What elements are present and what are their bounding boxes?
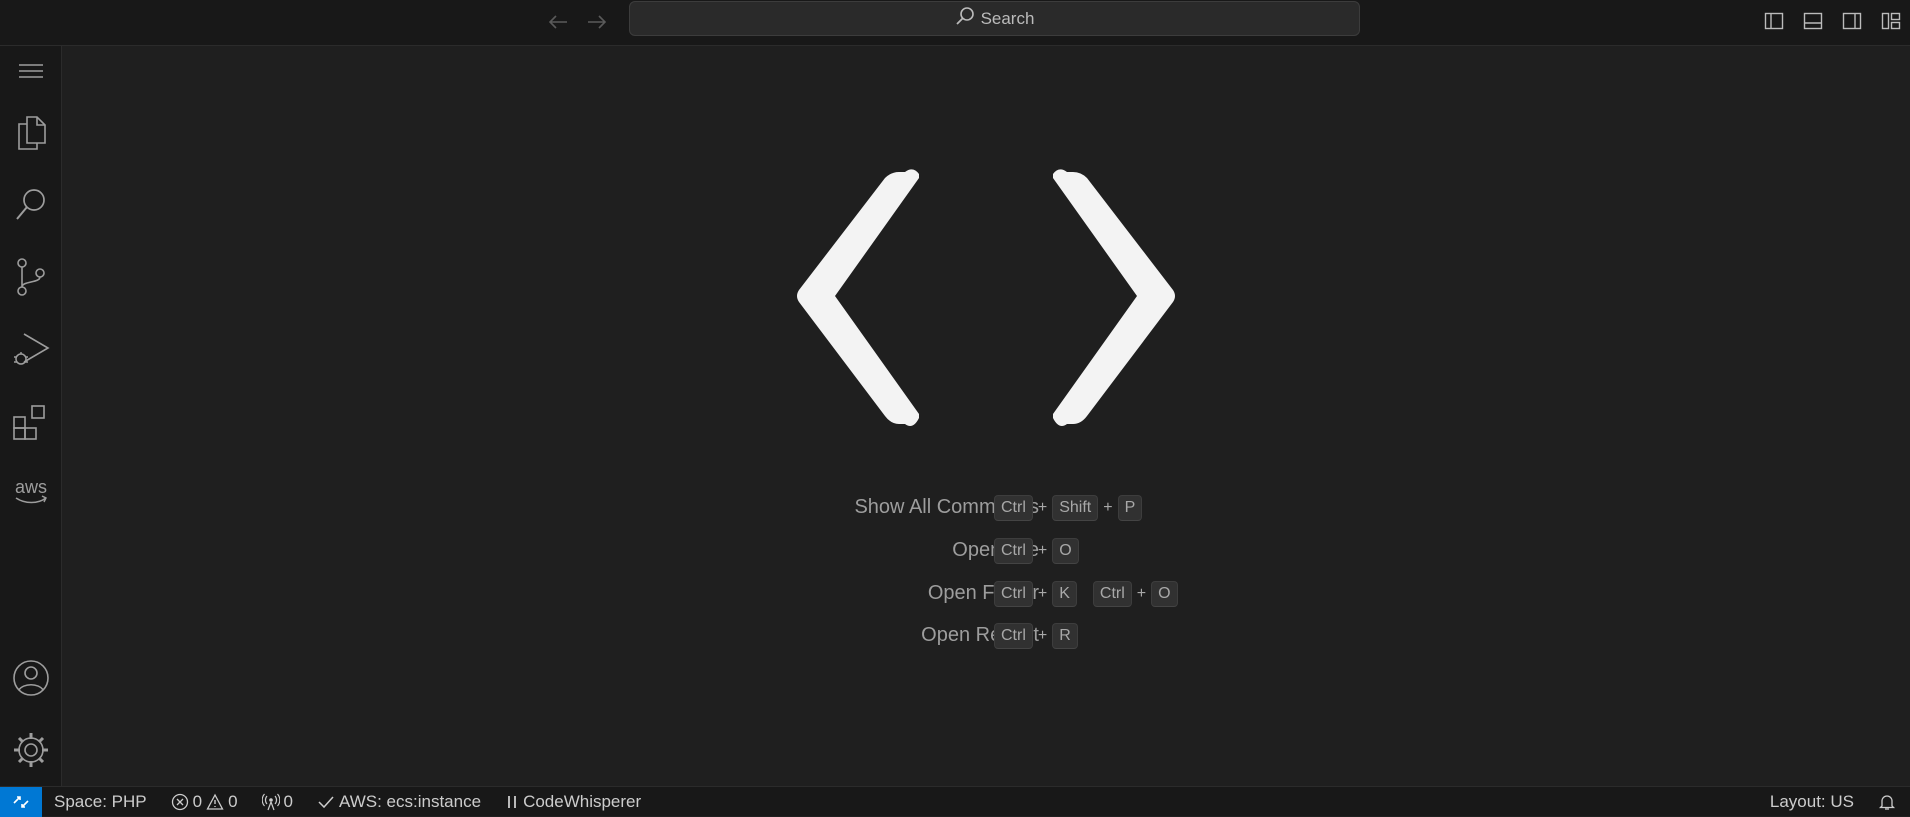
explorer-icon[interactable] xyxy=(0,103,62,163)
error-count: 0 xyxy=(192,791,203,811)
keybinding: Ctrl + Shift + P xyxy=(994,493,1143,523)
customize-layout-icon[interactable] xyxy=(1876,6,1906,36)
manage-gear-icon[interactable] xyxy=(0,720,62,780)
menu-icon[interactable] xyxy=(0,41,62,101)
error-icon xyxy=(171,793,188,810)
codewhisperer-label: CodeWhisperer xyxy=(523,791,642,811)
command-row[interactable]: Open Folder Ctrl + K Ctrl + O xyxy=(62,579,1910,609)
bell-icon xyxy=(1878,795,1896,810)
space-label: Space: PHP xyxy=(54,791,147,811)
keybinding: Ctrl + R xyxy=(994,621,1078,651)
key-cap: Shift xyxy=(1052,495,1099,521)
back-arrow-icon[interactable] xyxy=(544,8,572,36)
key-cap: P xyxy=(1117,495,1143,521)
command-row[interactable]: Open FileCtrl+O xyxy=(62,536,1910,566)
editor-area: Show All CommandsCtrl+Shift+P Open FileCt… xyxy=(62,46,1910,786)
remote-indicator[interactable] xyxy=(0,786,42,817)
pause-icon xyxy=(508,795,516,808)
key-cap: Ctrl xyxy=(994,538,1033,564)
accounts-icon[interactable] xyxy=(0,648,62,708)
source-control-icon[interactable] xyxy=(0,247,62,307)
key-cap: Ctrl xyxy=(1092,581,1132,607)
activity-bar: aws xyxy=(0,46,62,786)
run-debug-icon[interactable] xyxy=(0,319,62,379)
key-cap: R xyxy=(1052,623,1078,649)
toggle-secondary-sidebar-icon[interactable] xyxy=(1837,6,1867,36)
search-icon[interactable] xyxy=(0,175,62,235)
command-row[interactable]: Show All Commands Ctrl + Shift + P xyxy=(62,493,1910,523)
aws-icon[interactable]: aws xyxy=(0,463,62,523)
check-icon xyxy=(318,795,334,808)
remote-icon xyxy=(13,795,29,808)
keyboard-layout-label: Layout: US xyxy=(1769,792,1854,811)
extensions-icon[interactable] xyxy=(0,392,62,452)
problems-indicator[interactable]: 0 0 xyxy=(159,787,250,817)
aws-connection-label: AWS: ecs:instance xyxy=(339,791,482,811)
key-cap: O xyxy=(1052,538,1079,564)
key-plus: + xyxy=(1103,499,1113,516)
aws-label: aws xyxy=(15,477,47,497)
warning-icon xyxy=(206,793,224,810)
status-bar: Space: PHP 0 0 0 AWS: ecs:instance CodeW… xyxy=(0,786,1910,817)
space-indicator[interactable]: Space: PHP xyxy=(42,787,159,817)
keyboard-layout-indicator[interactable]: Layout: US xyxy=(1758,787,1866,817)
broadcast-icon xyxy=(261,793,280,810)
toggle-primary-sidebar-icon[interactable] xyxy=(1759,6,1789,36)
key-plus: + xyxy=(1037,627,1048,644)
key-cap: O xyxy=(1151,581,1178,607)
search-icon xyxy=(955,6,975,31)
command-center-search[interactable]: Search xyxy=(629,1,1360,36)
title-bar: Search xyxy=(0,0,1910,46)
key-cap: Ctrl xyxy=(994,581,1033,607)
key-plus: + xyxy=(1136,585,1147,602)
toggle-panel-icon[interactable] xyxy=(1798,6,1828,36)
key-plus: + xyxy=(1037,585,1048,602)
key-cap: Ctrl xyxy=(994,495,1033,521)
vscode-watermark-logo xyxy=(797,169,1175,426)
forward-arrow-icon[interactable] xyxy=(583,8,611,36)
warning-count: 0 xyxy=(228,791,238,811)
ports-count: 0 xyxy=(283,791,294,811)
notifications-button[interactable] xyxy=(1866,787,1910,817)
key-plus: + xyxy=(1037,499,1048,516)
codewhisperer-indicator[interactable]: CodeWhisperer xyxy=(493,787,653,817)
key-cap: Ctrl xyxy=(994,623,1033,649)
ports-indicator[interactable]: 0 xyxy=(250,787,305,817)
keybinding: Ctrl + K Ctrl + O xyxy=(994,579,1178,609)
keybinding: Ctrl + O xyxy=(994,536,1079,566)
command-row[interactable]: Open Recent Ctrl + R xyxy=(62,621,1910,651)
aws-connection-indicator[interactable]: AWS: ecs:instance xyxy=(305,787,493,817)
search-placeholder: Search xyxy=(980,8,1035,28)
key-plus: + xyxy=(1037,542,1048,559)
key-cap: K xyxy=(1052,581,1077,607)
